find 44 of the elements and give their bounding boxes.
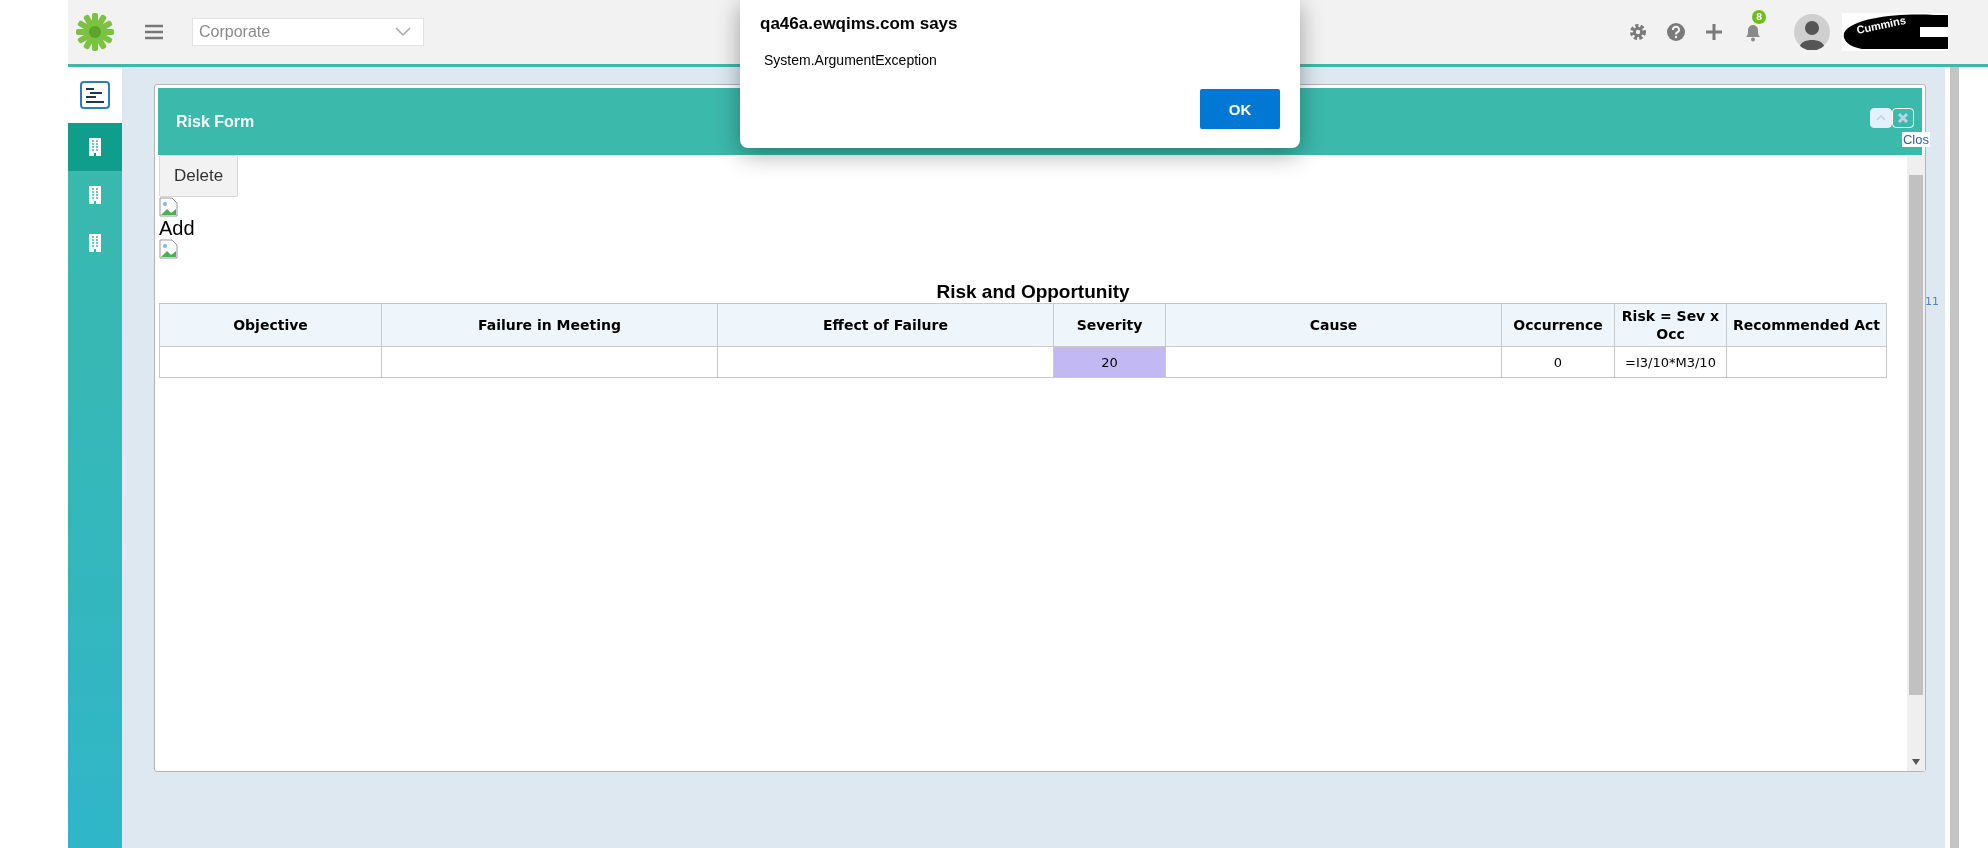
chevron-down-icon	[395, 27, 411, 37]
broken-image-icon	[159, 197, 179, 217]
logo-icon	[74, 11, 116, 53]
building-icon	[88, 138, 102, 156]
notification-count: 8	[1752, 10, 1767, 24]
column-header: Occurrence	[1501, 303, 1615, 347]
avatar-icon[interactable]	[1794, 14, 1830, 50]
window-title: Risk Form	[176, 112, 255, 131]
menu-icon[interactable]	[144, 23, 164, 41]
settings-icon[interactable]	[1628, 22, 1648, 42]
column-header: Cause	[1165, 303, 1502, 347]
table-cell: 20	[1053, 346, 1166, 378]
building-icon	[88, 186, 102, 204]
chevron-up-icon	[1876, 115, 1886, 121]
sidebar-item[interactable]	[68, 67, 122, 123]
company-logo: Cummins	[1842, 13, 1948, 51]
scroll-down-icon[interactable]	[1912, 759, 1920, 765]
ok-button[interactable]: OK	[1200, 89, 1280, 129]
dialog-message: System.ArgumentException	[764, 52, 938, 68]
column-header: Objective	[159, 303, 382, 347]
table-cell: 0	[1501, 346, 1615, 378]
column-header: Effect of Failure	[717, 303, 1054, 347]
column-header: Severity	[1053, 303, 1166, 347]
help-icon[interactable]	[1666, 22, 1686, 42]
column-header: Recommended Act	[1726, 303, 1887, 347]
page-number: 11	[1925, 295, 1939, 308]
close-icon	[1897, 112, 1909, 124]
close-label: Clos	[1902, 132, 1930, 147]
delete-button[interactable]: Delete	[159, 155, 239, 197]
add-label[interactable]: Add	[159, 217, 195, 239]
column-header: Risk = Sev x Occ	[1614, 303, 1727, 347]
close-button[interactable]	[1892, 108, 1914, 128]
organization-select[interactable]: Corporate	[192, 18, 424, 46]
add-icon[interactable]	[1704, 22, 1724, 42]
scrollbar[interactable]	[1950, 67, 1959, 848]
broken-image-icon	[159, 239, 179, 259]
scrollbar[interactable]	[1907, 155, 1925, 771]
table-cell: =I3/10*M3/10	[1614, 346, 1727, 378]
table-title: Risk and Opportunity	[935, 281, 1131, 303]
building-icon	[88, 234, 102, 252]
collapse-button[interactable]	[1870, 108, 1892, 128]
document-list-icon	[80, 81, 110, 109]
dialog-title: qa46a.ewqims.com says	[760, 14, 959, 34]
column-header: Failure in Meeting	[381, 303, 718, 347]
